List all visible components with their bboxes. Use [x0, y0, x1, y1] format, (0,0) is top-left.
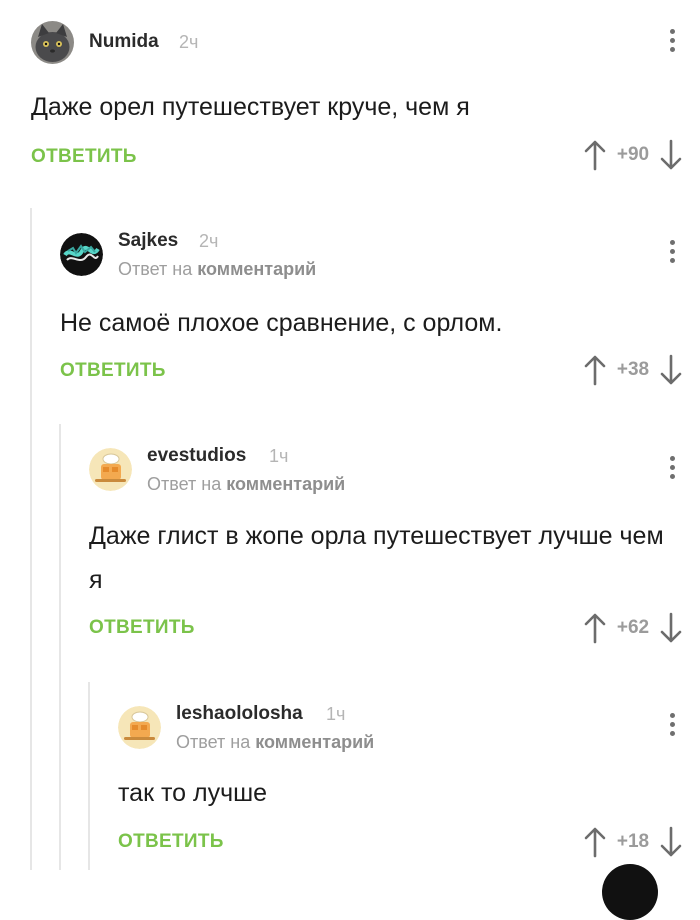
- reply-to-comment-link[interactable]: комментарий: [255, 732, 374, 752]
- avatar[interactable]: [89, 448, 132, 491]
- comment-header: evestudios 1ч Ответ на комментарий: [89, 441, 700, 501]
- upvote-arrow-icon[interactable]: [584, 612, 606, 644]
- comment-text: Не самоё плохое сравнение, с орлом.: [60, 309, 503, 337]
- reply-to-prefix: Ответ на: [176, 732, 251, 752]
- vote-controls: +38: [584, 353, 682, 387]
- username[interactable]: evestudios: [147, 445, 246, 467]
- vote-score: +90: [616, 144, 650, 165]
- more-options-icon[interactable]: [669, 713, 675, 739]
- comment-text: Даже орел путешествует круче, чем я: [31, 93, 470, 121]
- more-options-icon[interactable]: [669, 456, 675, 482]
- avatar[interactable]: [31, 21, 74, 64]
- comment-header: leshaololosha 1ч Ответ на комментарий: [118, 699, 700, 759]
- avatar[interactable]: [118, 706, 161, 749]
- timestamp: 2ч: [199, 231, 219, 251]
- reply-button[interactable]: ОТВЕТИТЬ: [60, 360, 166, 382]
- thread-line-level-3: [88, 682, 90, 870]
- more-options-icon[interactable]: [669, 29, 675, 55]
- reply-to-info: Ответ на комментарий: [118, 259, 316, 280]
- cat-avatar-icon: [31, 21, 74, 64]
- comment: evestudios 1ч Ответ на комментарий Даже …: [89, 441, 700, 661]
- timestamp: 1ч: [269, 446, 289, 466]
- downvote-arrow-icon[interactable]: [660, 826, 682, 858]
- graffiti-avatar-icon: [60, 233, 103, 276]
- thread-line-level-1: [30, 208, 32, 870]
- reply-to-comment-link[interactable]: комментарий: [197, 259, 316, 279]
- reply-to-comment-link[interactable]: комментарий: [226, 474, 345, 494]
- timestamp: 2ч: [179, 32, 199, 52]
- vote-controls: +62: [584, 611, 682, 645]
- timestamp: 1ч: [326, 704, 346, 724]
- downvote-arrow-icon[interactable]: [660, 139, 682, 171]
- comment: Sajkes 2ч Ответ на комментарий Не самоё …: [60, 226, 700, 396]
- comment-header: Numida 2ч: [31, 18, 700, 78]
- chef-avatar-icon: [89, 448, 132, 491]
- upvote-arrow-icon[interactable]: [584, 354, 606, 386]
- more-options-icon[interactable]: [669, 240, 675, 266]
- comment-header: Sajkes 2ч Ответ на комментарий: [60, 226, 700, 286]
- upvote-arrow-icon[interactable]: [584, 139, 606, 171]
- reply-to-info: Ответ на комментарий: [176, 732, 374, 753]
- username[interactable]: Numida: [89, 31, 159, 53]
- vote-score: +18: [616, 831, 650, 852]
- downvote-arrow-icon[interactable]: [660, 612, 682, 644]
- reply-button[interactable]: ОТВЕТИТЬ: [89, 617, 195, 639]
- reply-to-prefix: Ответ на: [118, 259, 193, 279]
- reply-to-info: Ответ на комментарий: [147, 474, 345, 495]
- upvote-arrow-icon[interactable]: [584, 826, 606, 858]
- chef-avatar-icon: [118, 706, 161, 749]
- next-comment-avatar: [602, 864, 658, 920]
- comment: leshaololosha 1ч Ответ на комментарий та…: [118, 699, 700, 869]
- vote-controls: +90: [584, 138, 682, 172]
- comment: Numida 2ч Даже орел путешествует круче, …: [31, 18, 700, 198]
- comment-text: так то лучше: [118, 779, 268, 807]
- vote-score: +62: [616, 617, 650, 638]
- comment-text: Даже глист в жопе орла путешествует лучш…: [89, 522, 664, 594]
- avatar[interactable]: [60, 233, 103, 276]
- reply-button[interactable]: ОТВЕТИТЬ: [118, 831, 224, 853]
- username[interactable]: Sajkes: [118, 230, 178, 252]
- reply-button[interactable]: ОТВЕТИТЬ: [31, 146, 137, 168]
- thread-line-level-2: [59, 424, 61, 870]
- vote-controls: +18: [584, 825, 682, 859]
- reply-to-prefix: Ответ на: [147, 474, 222, 494]
- username[interactable]: leshaololosha: [176, 703, 303, 725]
- downvote-arrow-icon[interactable]: [660, 354, 682, 386]
- vote-score: +38: [616, 359, 650, 380]
